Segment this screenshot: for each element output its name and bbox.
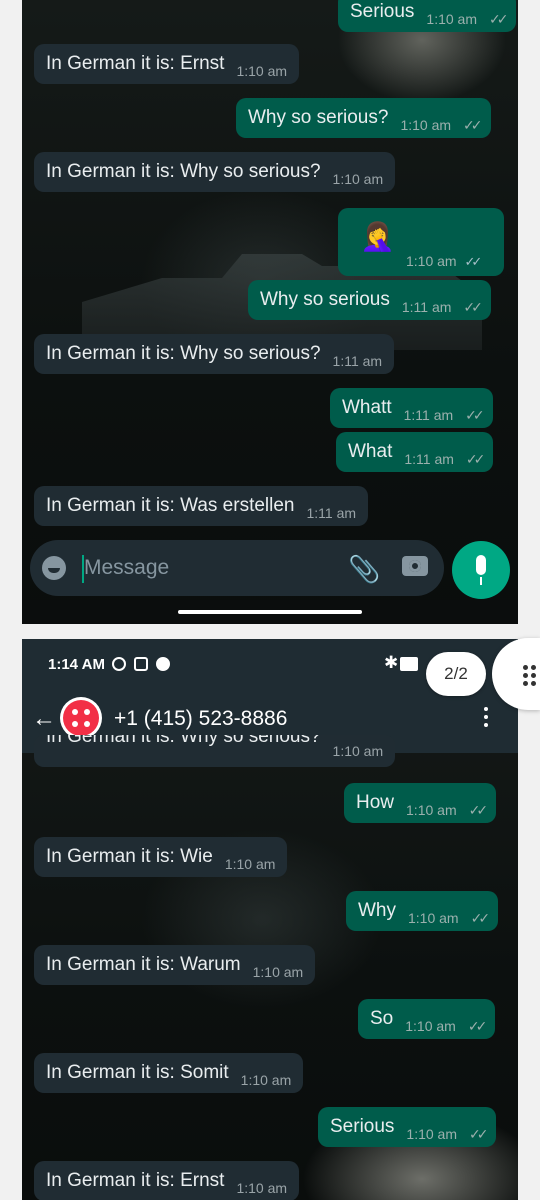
message-time: 1:11 am [404,451,454,467]
message-bubble-outgoing[interactable]: Serious 1:10 am ✓✓ [338,0,517,32]
double-check-icon: ✓✓ [467,1017,488,1034]
message-bubble-incoming[interactable]: In German it is: Somit 1:10 am [34,1053,304,1093]
emoji-icon[interactable] [42,556,66,580]
message-bubble-incoming-partial[interactable]: In German it is: Why so serious? 1:10 am [34,735,396,767]
message-time: 1:11 am [332,353,383,369]
message-time: 1:11 am [403,407,454,423]
double-check-icon: ✓✓ [463,298,483,315]
contact-name[interactable]: +1 (415) 523-8886 [114,707,287,731]
bluetooth-icon: ✱ [384,653,399,672]
message-time: 1:10 am [236,1180,288,1196]
page-indicator: 2/2 [426,652,486,696]
home-gesture-handle[interactable] [178,610,362,614]
message-text: What [348,441,393,462]
message-bubble-outgoing[interactable]: What 1:11 am ✓✓ [336,432,494,472]
message-time: 1:10 am [400,117,452,133]
message-time: 1:10 am [240,1072,292,1088]
message-time: 1:11 am [306,505,357,521]
message-text: How [356,792,395,813]
message-bubble-outgoing[interactable]: So 1:10 am ✓✓ [358,999,496,1039]
message-time: 1:10 am [426,11,478,27]
double-check-icon: ✓✓ [465,450,486,467]
message-bubble-outgoing[interactable]: Serious 1:10 am ✓✓ [318,1107,497,1147]
message-input-bar[interactable]: Message 📎 [30,540,444,596]
message-time: 1:10 am [408,910,459,926]
back-arrow-icon[interactable]: ← [32,705,56,733]
chat-screenshot-2: 1:14 AM ✱ ← +1 (415) 523-8886 In German … [22,639,518,1200]
message-bubble-outgoing[interactable]: Why 1:10 am ✓✓ [346,891,499,931]
grid-icon [523,665,539,686]
message-time: 1:11 am [401,299,452,315]
message-bubble-outgoing[interactable]: How 1:10 am ✓✓ [344,783,497,823]
message-time: 1:10 am ✓✓ [406,253,482,269]
microphone-icon[interactable] [452,541,510,599]
message-text: Serious [350,1,415,22]
message-text: Why [358,900,396,921]
avatar[interactable] [60,697,102,739]
message-bubble-incoming[interactable]: In German it is: Ernst 1:10 am [34,44,300,84]
message-text: So [370,1008,394,1029]
message-text: In German it is: Why so serious? [46,735,321,747]
message-time: 1:10 am [332,171,384,187]
message-text: In German it is: Somit [46,1062,229,1083]
message-text: In German it is: Wie [46,846,213,867]
message-time: 1:10 am [406,1126,458,1142]
message-time: 1:10 am [236,63,288,79]
message-text: In German it is: Was erstellen [46,495,295,516]
double-check-icon: ✓✓ [469,1125,489,1142]
facepalm-emoji: 🤦‍♀️ [360,221,395,252]
message-bubble-outgoing-emoji[interactable]: 🤦‍♀️ 1:10 am ✓✓ [338,208,504,276]
message-text: Whatt [342,397,392,418]
message-bubble-incoming[interactable]: In German it is: Wie 1:10 am [34,837,288,877]
message-text: In German it is: Why so serious? [46,343,321,364]
instagram-icon [134,657,148,671]
status-time: 1:14 AM [48,656,105,673]
double-check-icon: ✓✓ [489,10,509,27]
message-bubble-outgoing[interactable]: Why so serious 1:11 am ✓✓ [248,280,491,320]
message-text: In German it is: Ernst [46,53,225,74]
message-text: Serious [330,1116,395,1137]
message-time: 1:10 am [252,964,304,980]
message-bubble-outgoing[interactable]: Whatt 1:11 am ✓✓ [330,388,493,428]
camera-icon[interactable] [402,556,428,576]
volte-icon [400,657,418,671]
message-bubble-incoming[interactable]: In German it is: Warum 1:10 am [34,945,316,985]
message-text: In German it is: Ernst [46,1170,225,1191]
paperclip-icon[interactable]: 📎 [348,554,380,584]
message-bubble-incoming[interactable]: In German it is: Ernst 1:10 am [34,1161,300,1200]
alarm-icon [112,657,126,671]
message-bubble-incoming[interactable]: In German it is: Why so serious? 1:11 am [34,334,395,374]
message-bubble-incoming[interactable]: In German it is: Was erstellen 1:11 am [34,486,369,526]
more-vertical-icon[interactable] [484,707,490,731]
double-check-icon: ✓✓ [468,801,489,818]
message-text: In German it is: Why so serious? [46,161,321,182]
double-check-icon: ✓✓ [464,254,482,269]
message-text: In German it is: Warum [46,954,241,975]
message-time: 1:10 am [406,802,457,818]
message-text: Why so serious? [248,107,389,128]
chat-screenshot-1: Serious 1:10 am ✓✓ In German it is: Erns… [22,0,518,624]
message-time: 1:10 am [224,856,276,872]
whatsapp-icon [156,657,170,671]
message-time: 1:10 am [332,743,384,759]
message-time: 1:10 am [405,1018,456,1034]
message-bubble-incoming[interactable]: In German it is: Why so serious? 1:10 am [34,152,396,192]
double-check-icon: ✓✓ [465,406,485,423]
message-bubble-outgoing[interactable]: Why so serious? 1:10 am ✓✓ [236,98,491,138]
navigation-bar [22,600,518,624]
message-input[interactable]: Message [84,556,169,580]
double-check-icon: ✓✓ [470,909,491,926]
double-check-icon: ✓✓ [463,116,483,133]
message-text: Why so serious [260,289,390,310]
